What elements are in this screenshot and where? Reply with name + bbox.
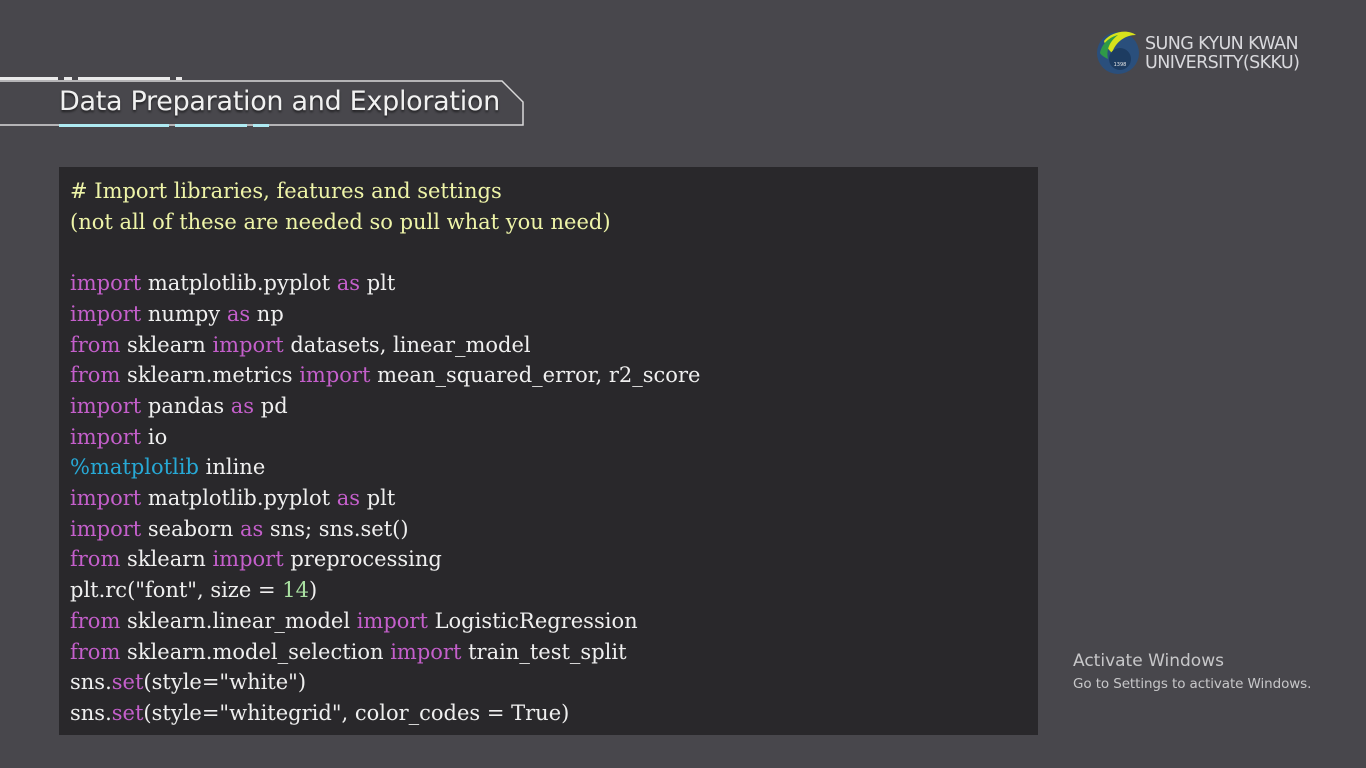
title-top-accent bbox=[0, 77, 58, 80]
code-token-plain: numpy bbox=[141, 301, 227, 326]
code-line: import pandas as pd bbox=[70, 394, 288, 418]
code-token-plain: datasets, linear_model bbox=[283, 332, 531, 357]
code-token-plain: sklearn bbox=[120, 332, 213, 357]
code-token-kw: as bbox=[336, 486, 361, 510]
code-token-plain: seaborn bbox=[141, 516, 240, 541]
code-block: # Import libraries, features and setting… bbox=[59, 167, 1038, 735]
code-token-kw: as bbox=[336, 271, 361, 296]
code-line: import matplotlib.pyplot as plt bbox=[70, 271, 395, 295]
code-line: sns.set(style="whitegrid", color_codes =… bbox=[70, 701, 569, 725]
code-line: from sklearn import preprocessing bbox=[70, 547, 442, 571]
code-token-plain: sklearn.model_selection bbox=[120, 639, 391, 664]
code-token-kw: set bbox=[111, 670, 144, 695]
code-token-kw: import bbox=[299, 363, 371, 388]
code-token-plain: sns. bbox=[70, 670, 112, 695]
code-line: import io bbox=[70, 425, 167, 449]
code-line: plt.rc("font", size = 14) bbox=[70, 578, 317, 602]
code-token-magic: %matplotlib bbox=[70, 455, 199, 480]
code-token-plain: ) bbox=[308, 578, 318, 603]
code-line: from sklearn.model_selection import trai… bbox=[70, 640, 627, 664]
code-token-kw: import bbox=[70, 486, 142, 510]
code-token-plain: (style="white") bbox=[143, 670, 307, 695]
title-underline-accent bbox=[59, 124, 169, 127]
code-token-plain: train_test_split bbox=[461, 639, 627, 664]
code-token-plain: sklearn.linear_model bbox=[120, 608, 357, 633]
code-token-plain: LogisticRegression bbox=[427, 608, 638, 633]
code-token-plain: sns. bbox=[70, 700, 112, 725]
code-token-plain: mean_squared_error, r2_score bbox=[370, 363, 701, 388]
code-token-plain: np bbox=[250, 301, 284, 326]
code-token-kw: from bbox=[70, 608, 121, 633]
code-token-plain: sklearn.metrics bbox=[120, 363, 300, 388]
code-token-comment: (not all of these are needed so pull wha… bbox=[70, 209, 611, 234]
code-line: (not all of these are needed so pull wha… bbox=[70, 210, 611, 234]
code-token-plain: (style="whitegrid", color_codes = True) bbox=[143, 700, 570, 725]
code-token-kw: from bbox=[70, 332, 121, 357]
logo-line-1: SUNG KYUN KWAN bbox=[1145, 34, 1299, 54]
logo-badge-year: 1398 bbox=[1114, 62, 1127, 68]
code-token-plain: io bbox=[141, 424, 168, 449]
title-underline-accent bbox=[175, 124, 247, 127]
windows-activation-watermark: Activate Windows Go to Settings to activ… bbox=[1073, 651, 1311, 692]
code-line: %matplotlib inline bbox=[70, 455, 265, 479]
code-token-kw: import bbox=[70, 516, 142, 541]
code-token-plain: sklearn bbox=[120, 547, 213, 572]
code-token-plain: matplotlib.pyplot bbox=[141, 271, 337, 296]
code-token-plain: preprocessing bbox=[283, 547, 442, 572]
code-token-kw: import bbox=[212, 332, 284, 357]
code-line: sns.set(style="white") bbox=[70, 670, 306, 694]
code-token-plain: inline bbox=[198, 455, 266, 480]
code-token-plain: plt bbox=[360, 486, 396, 510]
code-token-plain: plt bbox=[360, 271, 396, 296]
title-top-accent bbox=[64, 77, 72, 80]
code-line: from sklearn.metrics import mean_squared… bbox=[70, 363, 700, 387]
title-underline-accent bbox=[253, 124, 269, 127]
code-line: # Import libraries, features and setting… bbox=[70, 179, 502, 203]
activate-windows-title: Activate Windows bbox=[1073, 651, 1224, 671]
skku-logo: 1398 SUNG KYUN KWAN UNIVERSITY(SKKU) bbox=[1096, 27, 1336, 79]
slide-title: Data Preparation and Exploration bbox=[59, 86, 500, 117]
code-token-kw: import bbox=[390, 639, 462, 664]
code-token-kw: import bbox=[70, 424, 142, 449]
code-token-comment: # Import libraries, features and setting… bbox=[70, 179, 502, 203]
code-token-kw: import bbox=[70, 301, 142, 326]
logo-wordmark: SUNG KYUN KWAN UNIVERSITY(SKKU) bbox=[1145, 34, 1300, 73]
code-token-kw: import bbox=[70, 393, 142, 418]
code-token-kw: import bbox=[212, 547, 284, 572]
code-token-num: 14 bbox=[282, 578, 309, 603]
title-top-accent bbox=[176, 77, 182, 80]
activate-windows-subtitle: Go to Settings to activate Windows. bbox=[1073, 676, 1312, 692]
code-token-plain: pandas bbox=[141, 393, 231, 418]
code-line: import seaborn as sns; sns.set() bbox=[70, 517, 409, 541]
code-line: import matplotlib.pyplot as plt bbox=[70, 486, 395, 510]
code-token-plain: pd bbox=[254, 393, 288, 418]
code-line: from sklearn import datasets, linear_mod… bbox=[70, 333, 531, 357]
code-token-kw: import bbox=[356, 608, 428, 633]
code-token-kw: from bbox=[70, 363, 121, 388]
code-token-kw: from bbox=[70, 547, 121, 572]
code-token-kw: as bbox=[230, 393, 255, 418]
logo-line-2: UNIVERSITY(SKKU) bbox=[1145, 53, 1300, 73]
code-token-kw: as bbox=[239, 516, 264, 541]
code-token-kw: as bbox=[226, 301, 251, 326]
code-token-plain: sns; sns.set() bbox=[263, 516, 409, 541]
code-token-kw: set bbox=[111, 700, 144, 725]
title-top-accent bbox=[78, 77, 170, 80]
skku-emblem-icon: 1398 bbox=[1097, 31, 1139, 74]
code-line: from sklearn.linear_model import Logisti… bbox=[70, 609, 638, 633]
code-token-kw: import bbox=[70, 271, 142, 296]
code-line: import numpy as np bbox=[70, 302, 284, 326]
code-token-kw: from bbox=[70, 639, 121, 664]
code-token-plain: plt.rc("font", size = bbox=[70, 578, 283, 603]
code-token-plain: matplotlib.pyplot bbox=[141, 486, 337, 510]
